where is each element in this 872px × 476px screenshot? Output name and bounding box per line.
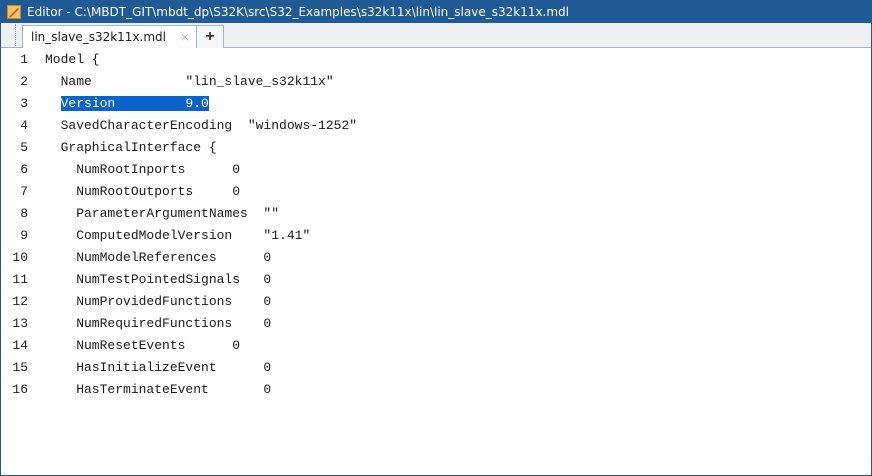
window-title: Editor - C:\MBDT_GIT\mbdt_dp\S32K\src\S3… (27, 5, 570, 19)
code-text: NumResetEvents 0 (45, 337, 241, 353)
line-number: 5 (20, 139, 28, 155)
editor-app-icon (7, 5, 21, 19)
line-number: 4 (20, 117, 28, 133)
code-line[interactable]: 7 NumRootOutports 0 (1, 180, 871, 202)
editor-window: Editor - C:\MBDT_GIT\mbdt_dp\S32K\src\S3… (0, 0, 872, 476)
line-number: 15 (12, 359, 28, 375)
add-tab-button[interactable]: + (197, 25, 225, 48)
code-text: NumRootInports 0 (45, 161, 241, 177)
code-text: NumModelReferences 0 (45, 249, 272, 265)
code-text: NumRequiredFunctions 0 (45, 315, 272, 331)
tab-label: lin_slave_s32k11x.mdl (31, 30, 166, 44)
code-text: NumProvidedFunctions 0 (45, 293, 272, 309)
line-number: 3 (20, 95, 28, 111)
line-number: 10 (12, 249, 28, 265)
tab-strip-grip[interactable] (9, 24, 16, 46)
code-text: ParameterArgumentNames "" (45, 205, 280, 221)
code-line[interactable]: 15 HasInitializeEvent 0 (1, 356, 871, 378)
line-number: 7 (20, 183, 28, 199)
close-tab-icon[interactable]: × (180, 30, 190, 44)
selected-text[interactable]: Version 9.0 (60, 95, 209, 111)
code-text: Name "lin_slave_s32k11x" (45, 73, 334, 89)
line-number: 2 (20, 73, 28, 89)
code-editor[interactable]: 1 Model {2 Name "lin_slave_s32k11x" 3 Vers… (1, 48, 871, 475)
code-line[interactable]: 6 NumRootInports 0 (1, 158, 871, 180)
line-number: 14 (12, 337, 28, 353)
line-number: 8 (20, 205, 28, 221)
code-line[interactable]: 16 HasTerminateEvent 0 (1, 378, 871, 400)
code-text: ComputedModelVersion "1.41" (45, 227, 311, 243)
code-text: SavedCharacterEncoding "windows-1252" (45, 117, 358, 133)
line-number: 11 (12, 271, 28, 287)
line-number: 9 (20, 227, 28, 243)
code-line[interactable]: 3 Version 9.0 (1, 92, 871, 114)
title-bar[interactable]: Editor - C:\MBDT_GIT\mbdt_dp\S32K\src\S3… (1, 1, 871, 23)
code-text: NumTestPointedSignals 0 (45, 271, 272, 287)
code-text: HasTerminateEvent 0 (45, 381, 272, 397)
code-line[interactable]: 8 ParameterArgumentNames "" (1, 202, 871, 224)
line-number: 16 (12, 381, 28, 397)
tab-strip: lin_slave_s32k11x.mdl × + (1, 23, 871, 48)
code-line[interactable]: 4 SavedCharacterEncoding "windows-1252" (1, 114, 871, 136)
line-number: 1 (20, 51, 28, 67)
code-text: Model { (45, 51, 100, 67)
code-text: NumRootOutports 0 (45, 183, 241, 199)
tab-lin-slave-s32k11x[interactable]: lin_slave_s32k11x.mdl × (22, 25, 198, 48)
code-line[interactable]: 5 GraphicalInterface { (1, 136, 871, 158)
code-text: HasInitializeEvent 0 (45, 359, 272, 375)
code-line[interactable]: 11 NumTestPointedSignals 0 (1, 268, 871, 290)
code-line[interactable]: 14 NumResetEvents 0 (1, 334, 871, 356)
code-text: GraphicalInterface { (45, 139, 217, 155)
code-line[interactable]: 1 Model { (1, 48, 871, 70)
line-number: 12 (12, 293, 28, 309)
line-number: 6 (20, 161, 28, 177)
code-line[interactable]: 13 NumRequiredFunctions 0 (1, 312, 871, 334)
line-number: 13 (12, 315, 28, 331)
code-line[interactable]: 10 NumModelReferences 0 (1, 246, 871, 268)
code-line[interactable]: 2 Name "lin_slave_s32k11x" (1, 70, 871, 92)
code-text: Version 9.0 (45, 95, 209, 111)
code-line[interactable]: 12 NumProvidedFunctions 0 (1, 290, 871, 312)
code-line[interactable]: 9 ComputedModelVersion "1.41" (1, 224, 871, 246)
